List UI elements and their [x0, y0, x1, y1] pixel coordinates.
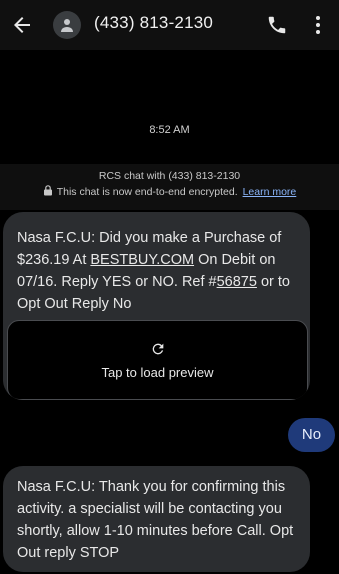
- message-text: Nasa F.C.U: Thank you for confirming thi…: [17, 479, 294, 561]
- more-vert-icon[interactable]: [310, 14, 326, 36]
- avatar[interactable]: [53, 11, 81, 39]
- rcs-info-banner: RCS chat with (433) 813-2130 This chat i…: [0, 164, 339, 210]
- message-timestamp: 8:52 AM: [149, 124, 190, 136]
- bestbuy-link[interactable]: BESTBUY.COM: [90, 252, 194, 268]
- arrow-back-icon[interactable]: [10, 13, 34, 37]
- phone-icon[interactable]: [266, 14, 288, 36]
- tap-to-load-preview: Tap to load preview: [101, 365, 214, 380]
- refresh-icon: [150, 341, 166, 357]
- link-preview[interactable]: Tap to load preview: [7, 320, 308, 400]
- encryption-notice: This chat is now end-to-end encrypted. L…: [0, 185, 339, 199]
- ref-number-link[interactable]: 56875: [217, 274, 257, 290]
- encryption-text: This chat is now end-to-end encrypted.: [56, 186, 238, 198]
- incoming-message[interactable]: Nasa F.C.U: Thank you for confirming thi…: [3, 466, 310, 572]
- learn-more-link[interactable]: Learn more: [243, 186, 297, 198]
- lock-icon: [43, 185, 53, 199]
- message-text: Nasa F.C.U: Did you make a Purchase of $…: [17, 227, 303, 315]
- incoming-message[interactable]: Nasa F.C.U: Did you make a Purchase of $…: [3, 212, 310, 400]
- outgoing-message[interactable]: No: [288, 418, 335, 452]
- contact-title[interactable]: (433) 813-2130: [94, 13, 213, 33]
- rcs-chat-label: RCS chat with (433) 813-2130: [98, 170, 241, 182]
- person-icon: [61, 19, 73, 32]
- app-bar: (433) 813-2130: [0, 0, 339, 50]
